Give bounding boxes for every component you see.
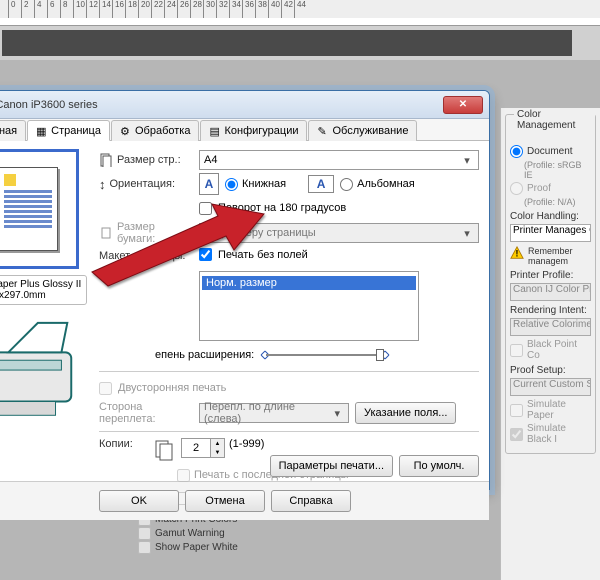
bind-combo[interactable]: Перепл. по длине (слева)▾ (199, 403, 349, 423)
ruler: 0246810121416182022242628303234363840424… (0, 0, 600, 26)
radio-portrait[interactable] (225, 178, 238, 191)
landscape-icon: A (308, 175, 334, 193)
radio-document[interactable] (510, 145, 523, 158)
tab-0[interactable]: ▣авная (0, 120, 26, 141)
cancel-button[interactable]: Отмена (185, 490, 265, 512)
radio-proof[interactable] (510, 182, 523, 195)
svg-text:!: ! (516, 249, 519, 259)
tab-1[interactable]: ▦Страница (27, 120, 110, 141)
defaults-button[interactable]: По умолч. (399, 455, 479, 477)
copies-icon (153, 438, 177, 462)
color-management-panel: Color Management Document (Profile: sRGB… (500, 108, 600, 580)
tab-strip: ▣авная▦Страница⚙Обработка▤Конфигурации✎О… (0, 119, 489, 141)
layout-listbox[interactable]: Норм. размер (199, 271, 419, 341)
color-handling-select[interactable]: Printer Manages Co (510, 224, 591, 242)
chevron-down-icon: ▾ (460, 154, 474, 167)
spin-down-icon[interactable]: ▼ (210, 448, 224, 457)
radio-landscape[interactable] (340, 178, 353, 191)
copies-spinner[interactable]: ▲▼ (181, 438, 225, 458)
margin-button[interactable]: Указание поля... (355, 402, 456, 424)
print-params-button[interactable]: Параметры печати... (270, 455, 393, 477)
paper-size-icon (99, 226, 113, 240)
workspace-top (0, 26, 600, 60)
tab-3[interactable]: ▤Конфигурации (200, 120, 307, 141)
page-preview (0, 149, 79, 269)
close-button[interactable]: ✕ (443, 96, 483, 114)
check-sim-black[interactable] (510, 428, 523, 441)
check-sim-paper[interactable] (510, 404, 523, 417)
check-paper-white[interactable] (138, 541, 151, 554)
titlebar[interactable]: ства: Canon iP3600 series ✕ (0, 91, 489, 119)
extent-slider[interactable] (260, 345, 390, 365)
paper-info: oto Paper Plus Glossy II 210.0x297.0mm (0, 275, 87, 305)
check-duplex[interactable] (99, 382, 112, 395)
proof-setup-select[interactable]: Current Custom Set (510, 378, 591, 396)
ok-button[interactable]: OK (99, 490, 179, 512)
check-from-last[interactable] (177, 469, 190, 482)
tab-2[interactable]: ⚙Обработка (111, 120, 199, 141)
page-size-combo[interactable]: A4▾ (199, 150, 479, 170)
tab-icon: ▦ (36, 125, 48, 137)
printer-illustration (0, 315, 87, 425)
check-gamut[interactable] (138, 527, 151, 540)
panel-title: Color Management (514, 109, 595, 131)
tab-4[interactable]: ✎Обслуживание (308, 120, 417, 141)
tab-icon: ▤ (209, 125, 221, 137)
layout-option-1[interactable]: Норм. размер (202, 276, 416, 290)
tab-icon: ✎ (317, 125, 329, 137)
check-rotate180[interactable] (199, 202, 212, 215)
page-size-icon (99, 153, 113, 167)
check-bpc[interactable] (510, 344, 523, 357)
rendering-select[interactable]: Relative Colorimetri (510, 318, 591, 336)
printer-profile-select[interactable]: Canon IJ Color Prin (510, 283, 591, 301)
portrait-icon: A (199, 173, 219, 195)
check-borderless[interactable] (199, 248, 212, 261)
tab-icon: ⚙ (120, 125, 132, 137)
spin-up-icon[interactable]: ▲ (210, 439, 224, 448)
paper-size-combo[interactable]: По размеру страницы▾ (199, 223, 479, 243)
warning-icon: ! (510, 246, 524, 260)
print-properties-dialog: ства: Canon iP3600 series ✕ ▣авная▦Стран… (0, 90, 490, 490)
help-button[interactable]: Справка (271, 490, 351, 512)
